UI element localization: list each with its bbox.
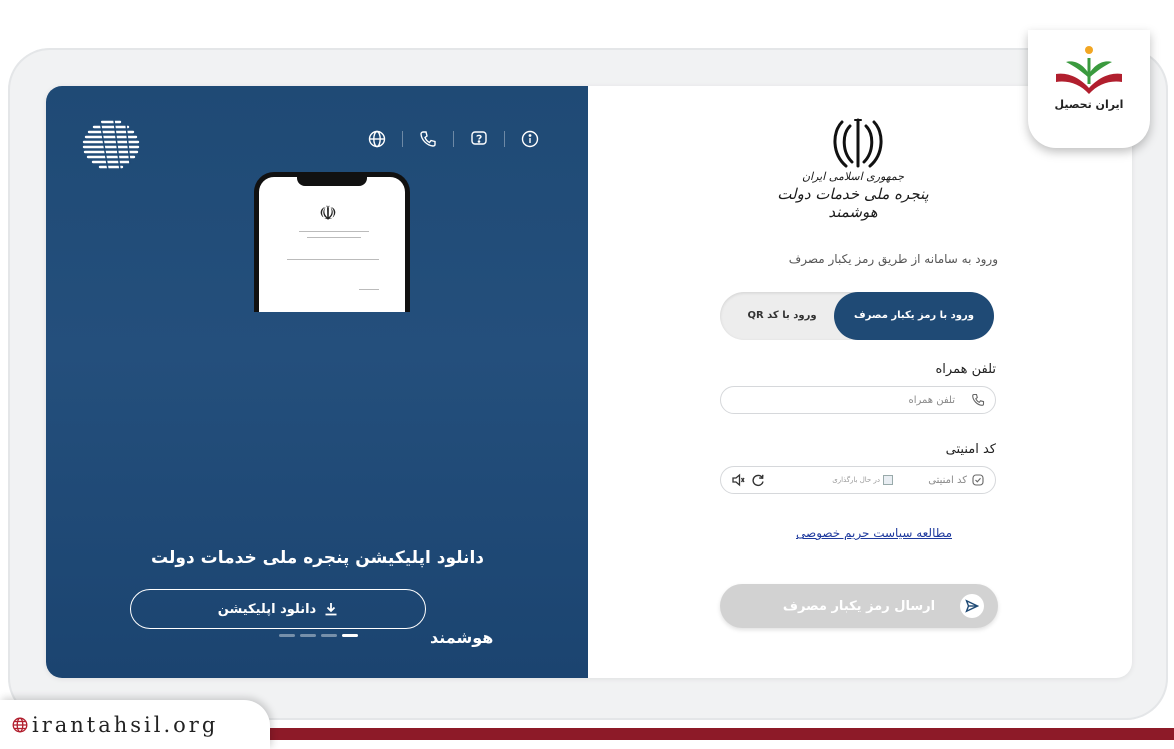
slider-dot[interactable] (279, 634, 295, 637)
mini-text-line (307, 237, 361, 238)
tab-otp-login[interactable]: ورود با رمز یکبار مصرف (834, 292, 994, 340)
captcha-field[interactable]: در حال بارگذاری (720, 466, 996, 494)
globe-icon[interactable] (364, 126, 390, 152)
iran-emblem-icon (833, 118, 883, 168)
refresh-icon[interactable] (751, 473, 765, 487)
watermark-url-tab: irantahsil.org (0, 700, 270, 749)
phone-input[interactable] (865, 394, 955, 406)
download-icon (325, 603, 337, 616)
captcha-actions (731, 473, 765, 487)
globe-icon (12, 717, 28, 732)
captcha-image: در حال بارگذاری (807, 475, 893, 485)
irantahsil-logo: ایران تحصیل (1028, 30, 1150, 148)
book-tree-logo-icon (1056, 46, 1122, 94)
shield-check-icon (972, 474, 984, 486)
promo-title: دانلود اپلیکیشن پنجره ملی خدمات دولت (151, 548, 484, 568)
promo-top-icons (364, 126, 543, 152)
globe-logo-icon (82, 119, 140, 171)
brand-line-1: جمهوری اسلامی ایران (801, 170, 905, 183)
login-form-panel: جمهوری اسلامی ایران پنجره ملی خدمات دولت… (588, 86, 1132, 678)
brand-title: جمهوری اسلامی ایران پنجره ملی خدمات دولت… (768, 170, 938, 221)
mini-text-line (359, 289, 379, 290)
phone-icon[interactable] (415, 126, 441, 152)
app-promo-panel: ☫ دانلود اپلیکیشن پنجره ملی خدمات دولت د… (46, 86, 588, 678)
brand-line-2: پنجره ملی خدمات دولت هوشمند (777, 185, 929, 221)
icon-divider (504, 131, 505, 147)
send-icon (960, 594, 984, 618)
phone-notch (297, 177, 367, 186)
icon-divider (402, 131, 403, 147)
slider-dots (279, 634, 358, 637)
speaker-icon[interactable] (731, 473, 745, 487)
slider-dot[interactable] (300, 634, 316, 637)
login-card: ☫ دانلود اپلیکیشن پنجره ملی خدمات دولت د… (46, 86, 1132, 678)
privacy-policy-link[interactable]: مطالعه سیاست حریم خصوصی (796, 526, 952, 540)
tab-qr-login[interactable]: ورود با کد QR (734, 292, 830, 340)
login-subtitle: ورود به سامانه از طریق رمز یکبار مصرف (788, 252, 998, 266)
info-icon[interactable] (517, 126, 543, 152)
mini-text-line (299, 231, 369, 232)
login-method-toggle: ورود با رمز یکبار مصرف ورود با کد QR (720, 292, 994, 340)
watermark-url: irantahsil.org (32, 712, 219, 737)
send-otp-label: ارسال رمز یکبار مصرف (782, 598, 936, 614)
send-otp-button[interactable]: ارسال رمز یکبار مصرف (720, 584, 998, 628)
phone-icon (972, 393, 985, 406)
slider-dot[interactable] (321, 634, 337, 637)
phone-field-label: تلفن همراه (935, 362, 997, 377)
broken-image-icon (883, 475, 893, 485)
bottom-stripe (250, 728, 1174, 740)
help-icon[interactable] (466, 126, 492, 152)
phone-mockup-image: ☫ (254, 172, 410, 312)
captcha-field-label: کد امنیتی (945, 442, 996, 457)
mini-emblem-icon: ☫ (319, 201, 337, 225)
download-app-button[interactable]: دانلود اپلیکیشن (130, 589, 426, 629)
captcha-image-alt: در حال بارگذاری (832, 476, 880, 484)
watermark-logo-text: ایران تحصیل (1054, 98, 1124, 111)
slider-dot-active[interactable] (342, 634, 358, 637)
smart-label: هوشمند (430, 628, 494, 647)
mini-text-line (287, 259, 379, 260)
download-app-label: دانلود اپلیکیشن (217, 601, 317, 617)
phone-field[interactable] (720, 386, 996, 414)
screenshot-stage: ☫ دانلود اپلیکیشن پنجره ملی خدمات دولت د… (0, 0, 1174, 749)
icon-divider (453, 131, 454, 147)
captcha-input[interactable] (907, 474, 967, 486)
